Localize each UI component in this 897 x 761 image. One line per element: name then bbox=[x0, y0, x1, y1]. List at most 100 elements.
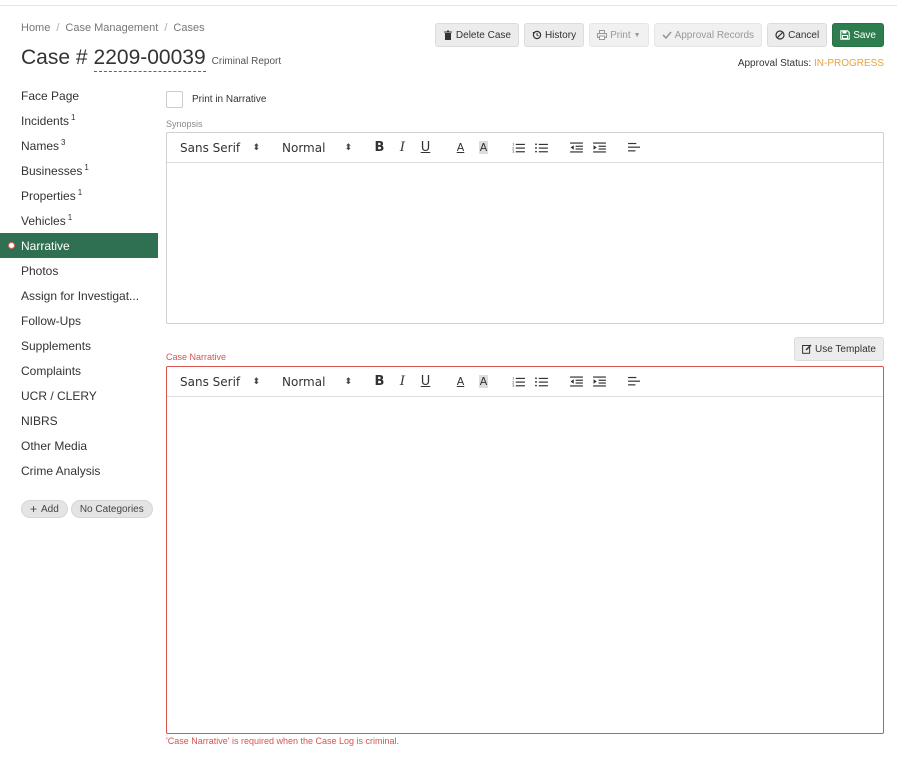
edit-icon bbox=[802, 344, 812, 354]
floppy-disk-icon bbox=[840, 30, 850, 40]
sidebar-item-businesses[interactable]: Businesses 1 bbox=[0, 158, 158, 183]
align-left-icon[interactable] bbox=[623, 372, 646, 392]
case-toolbar: Delete Case History Print ▼ Approval Rec… bbox=[434, 23, 884, 47]
print-label: Print bbox=[610, 29, 631, 41]
trash-icon bbox=[443, 30, 452, 40]
sidebar-item-complaints[interactable]: Complaints bbox=[0, 358, 158, 383]
categories-badge[interactable]: No Categories bbox=[70, 500, 153, 518]
font-size-value: Normal bbox=[282, 374, 326, 389]
sidebar-item-other-media[interactable]: Other Media bbox=[0, 433, 158, 458]
font-family-value: Sans Serif bbox=[180, 374, 241, 389]
delete-case-label: Delete Case bbox=[455, 29, 511, 41]
sidebar-item-assign-for-investigation[interactable]: Assign for Investigat... bbox=[0, 283, 158, 308]
sidebar-item-label: Follow-Ups bbox=[21, 313, 82, 328]
text-color-icon[interactable]: A bbox=[449, 372, 472, 392]
font-size-select[interactable]: Normal ⬍ bbox=[282, 375, 352, 389]
outdent-icon[interactable] bbox=[565, 372, 588, 392]
ordered-list-icon[interactable]: 123 bbox=[507, 372, 530, 392]
breadcrumb-case-management[interactable]: Case Management bbox=[65, 22, 158, 34]
sidebar-item-count: 3 bbox=[61, 138, 66, 147]
indent-icon[interactable] bbox=[588, 372, 611, 392]
sidebar-item-follow-ups[interactable]: Follow-Ups bbox=[0, 308, 158, 333]
ordered-list-icon[interactable]: 123 bbox=[507, 138, 530, 158]
breadcrumb-home[interactable]: Home bbox=[21, 22, 50, 34]
sidebar-item-label: Narrative bbox=[21, 238, 70, 253]
sidebar-item-label: Supplements bbox=[21, 338, 92, 353]
synopsis-text-area[interactable] bbox=[167, 163, 883, 323]
approval-status-label: Approval Status: bbox=[737, 58, 814, 69]
case-type: Criminal Report bbox=[211, 56, 282, 67]
font-family-select[interactable]: Sans Serif ⬍ bbox=[180, 375, 260, 389]
sidebar-item-ucr-clery[interactable]: UCR / CLERY bbox=[0, 383, 158, 408]
breadcrumb-cases[interactable]: Cases bbox=[173, 22, 204, 34]
breadcrumb-separator: / bbox=[164, 22, 168, 34]
sidebar-item-incidents[interactable]: Incidents 1 bbox=[0, 108, 158, 133]
sidebar-item-label: Photos bbox=[21, 263, 59, 278]
breadcrumb-separator: / bbox=[56, 22, 60, 34]
sidebar-item-count: 1 bbox=[84, 163, 89, 172]
sidebar-item-photos[interactable]: Photos bbox=[0, 258, 158, 283]
history-button[interactable]: History bbox=[523, 23, 585, 47]
align-left-icon[interactable] bbox=[623, 138, 646, 158]
background-color-icon[interactable]: A bbox=[472, 138, 495, 158]
approval-records-button[interactable]: Approval Records bbox=[653, 23, 763, 47]
updown-arrow-icon: ⬍ bbox=[344, 376, 352, 387]
sidebar-item-count: 1 bbox=[77, 188, 83, 197]
use-template-button[interactable]: Use Template bbox=[794, 337, 884, 361]
synopsis-editor-toolbar: Sans Serif ⬍ Normal ⬍ B I U A A 123 bbox=[167, 133, 883, 163]
cancel-label: Cancel bbox=[788, 29, 820, 41]
sidebar-item-properties[interactable]: Properties 1 bbox=[0, 183, 158, 208]
font-family-value: Sans Serif bbox=[180, 140, 241, 155]
required-indicator-icon bbox=[8, 242, 15, 249]
case-sections-sidebar: Face Page Incidents 1 Names 3 Businesses 1 … bbox=[0, 83, 158, 483]
sidebar-item-label: Businesses bbox=[21, 163, 83, 178]
underline-icon[interactable]: U bbox=[414, 138, 437, 158]
font-size-value: Normal bbox=[282, 140, 326, 155]
case-narrative-error: 'Case Narrative' is required when the Ca… bbox=[166, 736, 400, 746]
text-color-icon[interactable]: A bbox=[449, 138, 472, 158]
sidebar-item-crime-analysis[interactable]: Crime Analysis bbox=[0, 458, 158, 483]
printer-icon bbox=[597, 30, 608, 40]
delete-case-button[interactable]: Delete Case bbox=[434, 23, 519, 47]
sidebar-item-vehicles[interactable]: Vehicles 1 bbox=[0, 208, 158, 233]
bullet-list-icon[interactable] bbox=[530, 372, 553, 392]
categories-label: No Categories bbox=[79, 503, 144, 515]
history-label: History bbox=[544, 29, 577, 41]
font-family-select[interactable]: Sans Serif ⬍ bbox=[180, 141, 260, 155]
synopsis-editor: Sans Serif ⬍ Normal ⬍ B I U A A 123 bbox=[166, 132, 884, 324]
font-size-select[interactable]: Normal ⬍ bbox=[282, 141, 352, 155]
background-color-icon[interactable]: A bbox=[472, 372, 495, 392]
bullet-list-icon[interactable] bbox=[530, 138, 553, 158]
cancel-button[interactable]: Cancel bbox=[767, 23, 828, 47]
underline-icon[interactable]: U bbox=[414, 372, 437, 392]
sidebar-item-nibrs[interactable]: NIBRS bbox=[0, 408, 158, 433]
updown-arrow-icon: ⬍ bbox=[344, 142, 352, 153]
add-category-button[interactable]: + Add bbox=[21, 500, 68, 518]
synopsis-label: Synopsis bbox=[166, 119, 203, 129]
print-in-narrative-row: Print in Narrative bbox=[166, 91, 266, 108]
sidebar-item-label: Complaints bbox=[21, 363, 82, 378]
ban-icon bbox=[775, 30, 785, 40]
sidebar-item-face-page[interactable]: Face Page bbox=[0, 83, 158, 108]
italic-icon[interactable]: I bbox=[391, 372, 414, 392]
approval-status: Approval Status: IN-PROGRESS bbox=[738, 58, 884, 69]
sidebar-item-supplements[interactable]: Supplements bbox=[0, 333, 158, 358]
print-in-narrative-checkbox[interactable] bbox=[166, 91, 183, 108]
sidebar-item-names[interactable]: Names 3 bbox=[0, 133, 158, 158]
bold-icon[interactable]: B bbox=[368, 372, 391, 392]
print-button[interactable]: Print ▼ bbox=[589, 23, 649, 47]
plus-icon: + bbox=[30, 502, 38, 516]
sidebar-item-count: 1 bbox=[67, 213, 73, 222]
updown-arrow-icon: ⬍ bbox=[252, 142, 260, 153]
sidebar-item-label: UCR / CLERY bbox=[21, 388, 97, 403]
outdent-icon[interactable] bbox=[565, 138, 588, 158]
case-narrative-text-area[interactable] bbox=[167, 397, 883, 733]
save-button[interactable]: Save bbox=[832, 23, 884, 47]
italic-icon[interactable]: I bbox=[391, 138, 414, 158]
case-number[interactable]: 2209-00039 bbox=[93, 46, 206, 72]
indent-icon[interactable] bbox=[588, 138, 611, 158]
bold-icon[interactable]: B bbox=[368, 138, 391, 158]
case-narrative-editor-toolbar: Sans Serif ⬍ Normal ⬍ B I U A A 123 bbox=[167, 367, 883, 397]
sidebar-item-narrative[interactable]: Narrative bbox=[0, 233, 158, 258]
case-narrative-editor: Sans Serif ⬍ Normal ⬍ B I U A A 123 bbox=[166, 366, 884, 734]
